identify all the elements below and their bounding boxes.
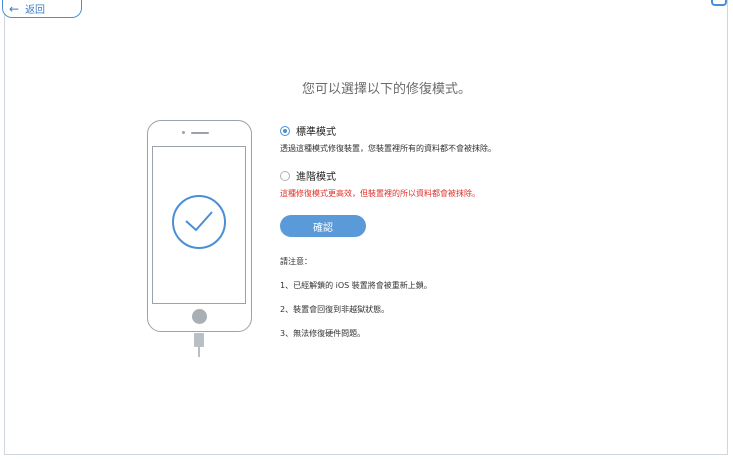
option-advanced-description: 這種修復模式更高效，但裝置裡的所以資料都會被抹除。 (280, 189, 480, 198)
option-standard-label: 標準模式 (296, 127, 336, 138)
option-standard-description: 透過這種模式修復裝置，您裝置裡所有的資料都不會被抹除。 (280, 144, 496, 153)
notes-section: 請注意： 1、已經解鎖的 iOS 裝置將會被重新上鎖。 2、裝置會回復到非越獄狀… (280, 256, 432, 352)
confirm-button[interactable]: 確認 (280, 215, 366, 237)
page-title: 您可以選擇以下的修復模式。 (301, 82, 471, 97)
window-corner-icon[interactable] (711, 0, 727, 6)
cable-wire (198, 347, 200, 357)
phone-camera (182, 131, 185, 134)
arrow-left-icon: ← (9, 1, 20, 16)
option-advanced-label: 進階模式 (296, 172, 336, 183)
note-item: 3、無法修復硬件問題。 (280, 329, 366, 338)
phone-speaker (191, 132, 209, 134)
back-button[interactable]: ← 返回 (2, 0, 82, 18)
back-label: 返回 (25, 5, 46, 16)
phone-home-button (192, 309, 207, 324)
notes-title: 請注意： (280, 257, 312, 266)
option-standard-mode[interactable]: 標準模式 (280, 123, 336, 138)
cable-connector (194, 333, 204, 347)
radio-advanced-mode[interactable] (280, 170, 290, 181)
main-panel (4, 0, 728, 455)
note-item: 2、裝置會回復到非越獄狀態。 (280, 305, 390, 314)
radio-standard-mode[interactable] (280, 125, 290, 136)
note-item: 1、已經解鎖的 iOS 裝置將會被重新上鎖。 (280, 281, 432, 290)
checkmark-icon (172, 195, 226, 249)
option-advanced-mode[interactable]: 進階模式 (280, 168, 336, 183)
